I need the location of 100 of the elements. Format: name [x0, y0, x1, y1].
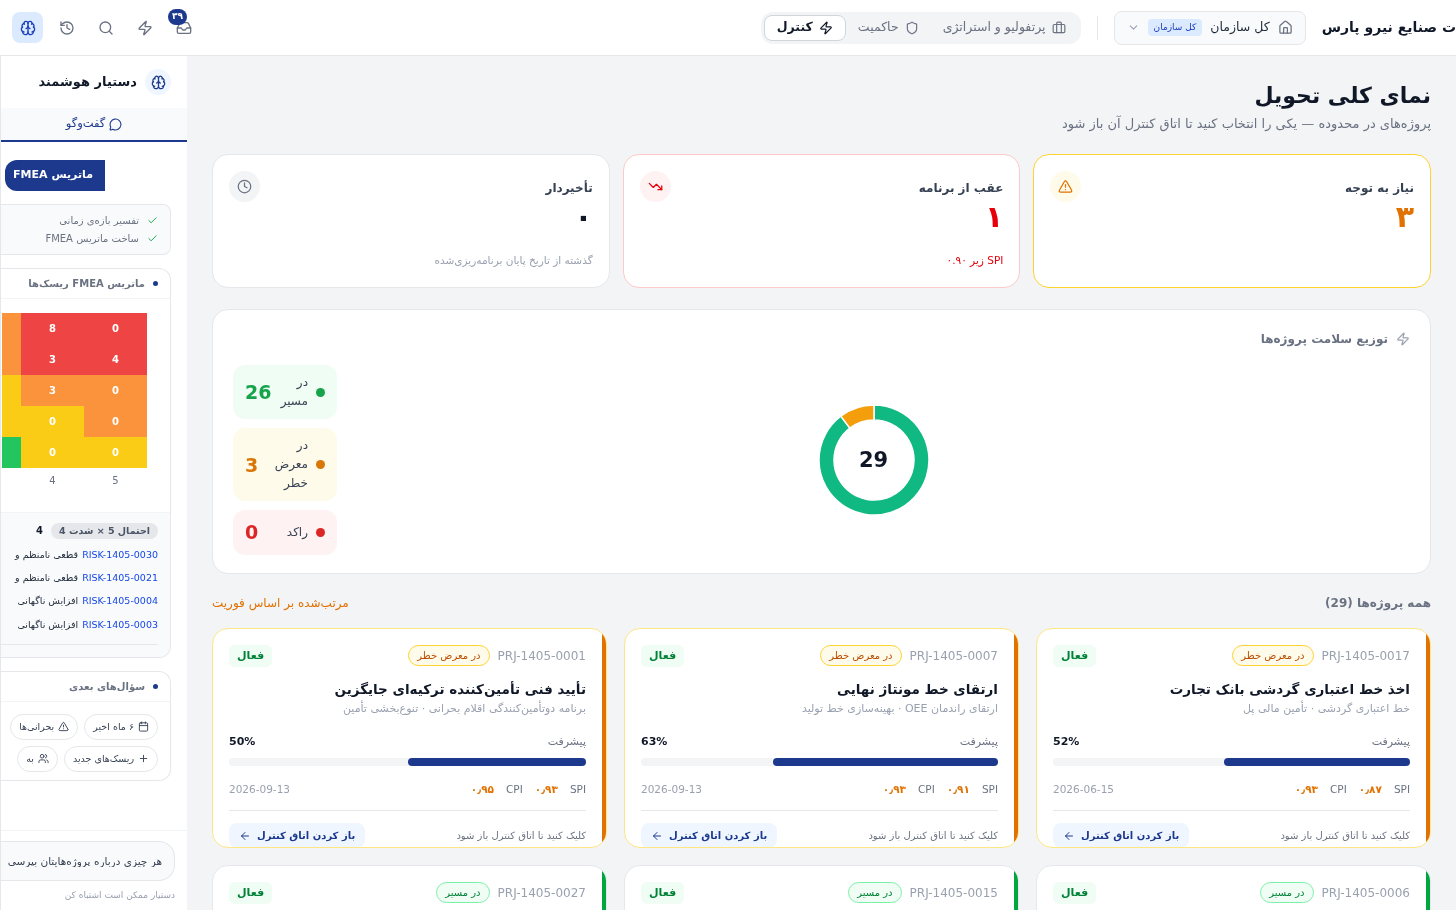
matrix-cell: 0 — [84, 374, 147, 406]
open-control-room-button[interactable]: باز کردن اتاق کنترل — [641, 823, 778, 847]
legend-value: 26 — [245, 380, 272, 405]
page-subtitle: پروژه‌های در محدوده — یکی را انتخاب کنید تا اتاق کنترل آن باز شود — [1060, 114, 1431, 134]
risk-id-link[interactable]: RISK-1405-0004 — [82, 594, 158, 609]
module-tab[interactable]: حاکمیت — [845, 14, 931, 41]
card-hint: کلیک کنید تا اتاق کنترل باز شود — [456, 829, 586, 843]
legend-label: در مسیر — [279, 374, 308, 411]
lightning-icon — [136, 19, 153, 36]
warning-icon — [58, 721, 70, 733]
risk-title: قطعی نامنظم و — [15, 547, 79, 562]
scope-selector[interactable]: کل سازمان کل سازمان — [1113, 10, 1306, 45]
toolbar-button[interactable] — [12, 12, 43, 43]
progress-label: پیشرفت — [959, 733, 998, 750]
state-badge: فعال — [641, 881, 685, 904]
arrow-left-icon — [651, 829, 663, 842]
progress-label: پیشرفت — [1371, 733, 1410, 750]
project-title: تأیید فنی تأمین‌کننده ترکیه‌ای جایگزین — [333, 680, 586, 699]
state-badge: فعال — [1053, 644, 1097, 667]
section-title: همه پروژه‌ها (29) — [1325, 594, 1431, 612]
status-badge: در معرض خطر — [1232, 645, 1314, 667]
project-subtitle: خط اعتباری گردشی · تأمین مالی پل — [1242, 701, 1410, 718]
matrix-cell: 3 — [21, 343, 84, 375]
risk-title: افزایش ناگهانی — [17, 594, 79, 609]
axis-label: 4 — [48, 473, 57, 488]
risk-title: قطعی نامنظم و — [15, 571, 79, 585]
shield-icon — [904, 20, 919, 35]
scope-badge: کل سازمان — [1147, 18, 1203, 37]
due-date: 2026-06-15 — [1053, 782, 1115, 798]
project-title: اخذ خط اعتباری گردشی بانک تجارت — [1168, 680, 1410, 699]
state-badge: فعال — [229, 881, 273, 904]
arrow-left-icon — [239, 829, 251, 842]
step-label: تفسیر بازه‌ی زمانی — [59, 213, 139, 228]
check-icon — [147, 232, 158, 244]
kpi-title: عقب از برنامه — [918, 179, 1004, 197]
chat-input[interactable]: هر چیزی درباره پروژه‌هایتان بپرسی — [1, 840, 175, 881]
project-id: PRJ-1405-0006 — [1321, 884, 1410, 902]
brand-name: ت صنایع نیرو پارس — [1321, 18, 1456, 38]
kpi-title: نیاز به توجه — [1345, 179, 1414, 197]
inbox-icon — [175, 19, 192, 36]
metric-label: SPI — [981, 782, 998, 798]
selection-count: 4 — [36, 524, 43, 539]
donut-total: 29 — [858, 449, 889, 471]
sort-label: مرتب‌شده بر اساس فوریت — [212, 594, 349, 612]
project-subtitle: ارتقای راندمان OEE · بهینه‌سازی خط تولید — [800, 701, 998, 718]
risk-id-link[interactable]: RISK-1405-0030 — [82, 547, 158, 562]
matrix-cell: 0 — [21, 436, 84, 468]
matrix-cell: 4 — [84, 343, 147, 375]
briefcase-icon — [1051, 20, 1066, 35]
assistant-title: دستیار هوشمند — [38, 73, 137, 92]
axis-label: 5 — [111, 473, 120, 488]
open-control-room-button[interactable]: باز کردن اتاق کنترل — [229, 823, 366, 847]
arrow-left-icon — [1063, 829, 1075, 842]
project-id: PRJ-1405-0017 — [1321, 647, 1410, 665]
matrix-cell: 0 — [84, 436, 147, 468]
plus-icon — [138, 753, 149, 765]
progress-value: 50% — [229, 733, 256, 750]
brain-icon — [19, 19, 36, 36]
project-title: ارتقای خط مونتاژ نهایی — [836, 680, 998, 699]
legend-value: 3 — [245, 452, 259, 478]
open-control-room-button[interactable]: باز کردن اتاق کنترل — [1053, 823, 1190, 847]
status-badge: در معرض خطر — [820, 645, 902, 667]
search-icon — [97, 19, 114, 36]
kpi-value: ۱ — [984, 201, 1004, 232]
risk-id-link[interactable]: RISK-1405-0003 — [82, 617, 158, 632]
project-id: PRJ-1405-0001 — [497, 647, 586, 665]
state-badge: فعال — [641, 644, 685, 667]
scope-label: کل سازمان — [1210, 18, 1270, 37]
warning-icon — [1058, 178, 1074, 194]
kpi-value: ۰ — [573, 201, 593, 232]
lightning-icon — [1396, 331, 1410, 346]
metric-value: ۰٫۸۷ — [1358, 782, 1382, 798]
module-tab[interactable]: کنترل — [763, 14, 846, 41]
status-badge: در معرض خطر — [408, 645, 490, 667]
check-icon — [147, 214, 158, 226]
lightning-icon — [818, 20, 833, 35]
legend-label: در معرض خطر — [273, 437, 308, 493]
chat-icon — [109, 117, 123, 131]
project-card[interactable] — [212, 627, 607, 848]
brain-icon — [150, 74, 166, 90]
card-hint: کلیک کنید تا اتاق کنترل باز شود — [1280, 829, 1410, 843]
status-badge: در مسیر — [848, 882, 902, 904]
state-badge: فعال — [229, 644, 273, 667]
due-date: 2026-09-13 — [229, 782, 291, 798]
calendar-icon — [138, 721, 149, 733]
module-tab[interactable]: پرتفولیو و استراتژی — [930, 14, 1078, 41]
state-badge: فعال — [1053, 881, 1097, 904]
metric-value: ۰٫۹۳ — [882, 782, 906, 798]
legend-value: 0 — [245, 520, 259, 546]
metric-label: SPI — [569, 782, 586, 798]
kpi-value: ۳ — [1394, 201, 1414, 232]
notification-badge: ۳۹ — [168, 9, 187, 25]
followups-title: سؤال‌های بعدی — [69, 679, 145, 694]
users-icon — [37, 753, 49, 765]
status-badge: در مسیر — [436, 882, 490, 904]
toolbar-button[interactable]: ۳۹ — [168, 12, 199, 43]
assistant-tab[interactable]: گفت‌وگو — [1, 108, 187, 142]
project-id: PRJ-1405-0007 — [909, 647, 998, 665]
risk-id-link[interactable]: RISK-1405-0021 — [82, 571, 158, 586]
project-id: PRJ-1405-0015 — [909, 884, 998, 902]
